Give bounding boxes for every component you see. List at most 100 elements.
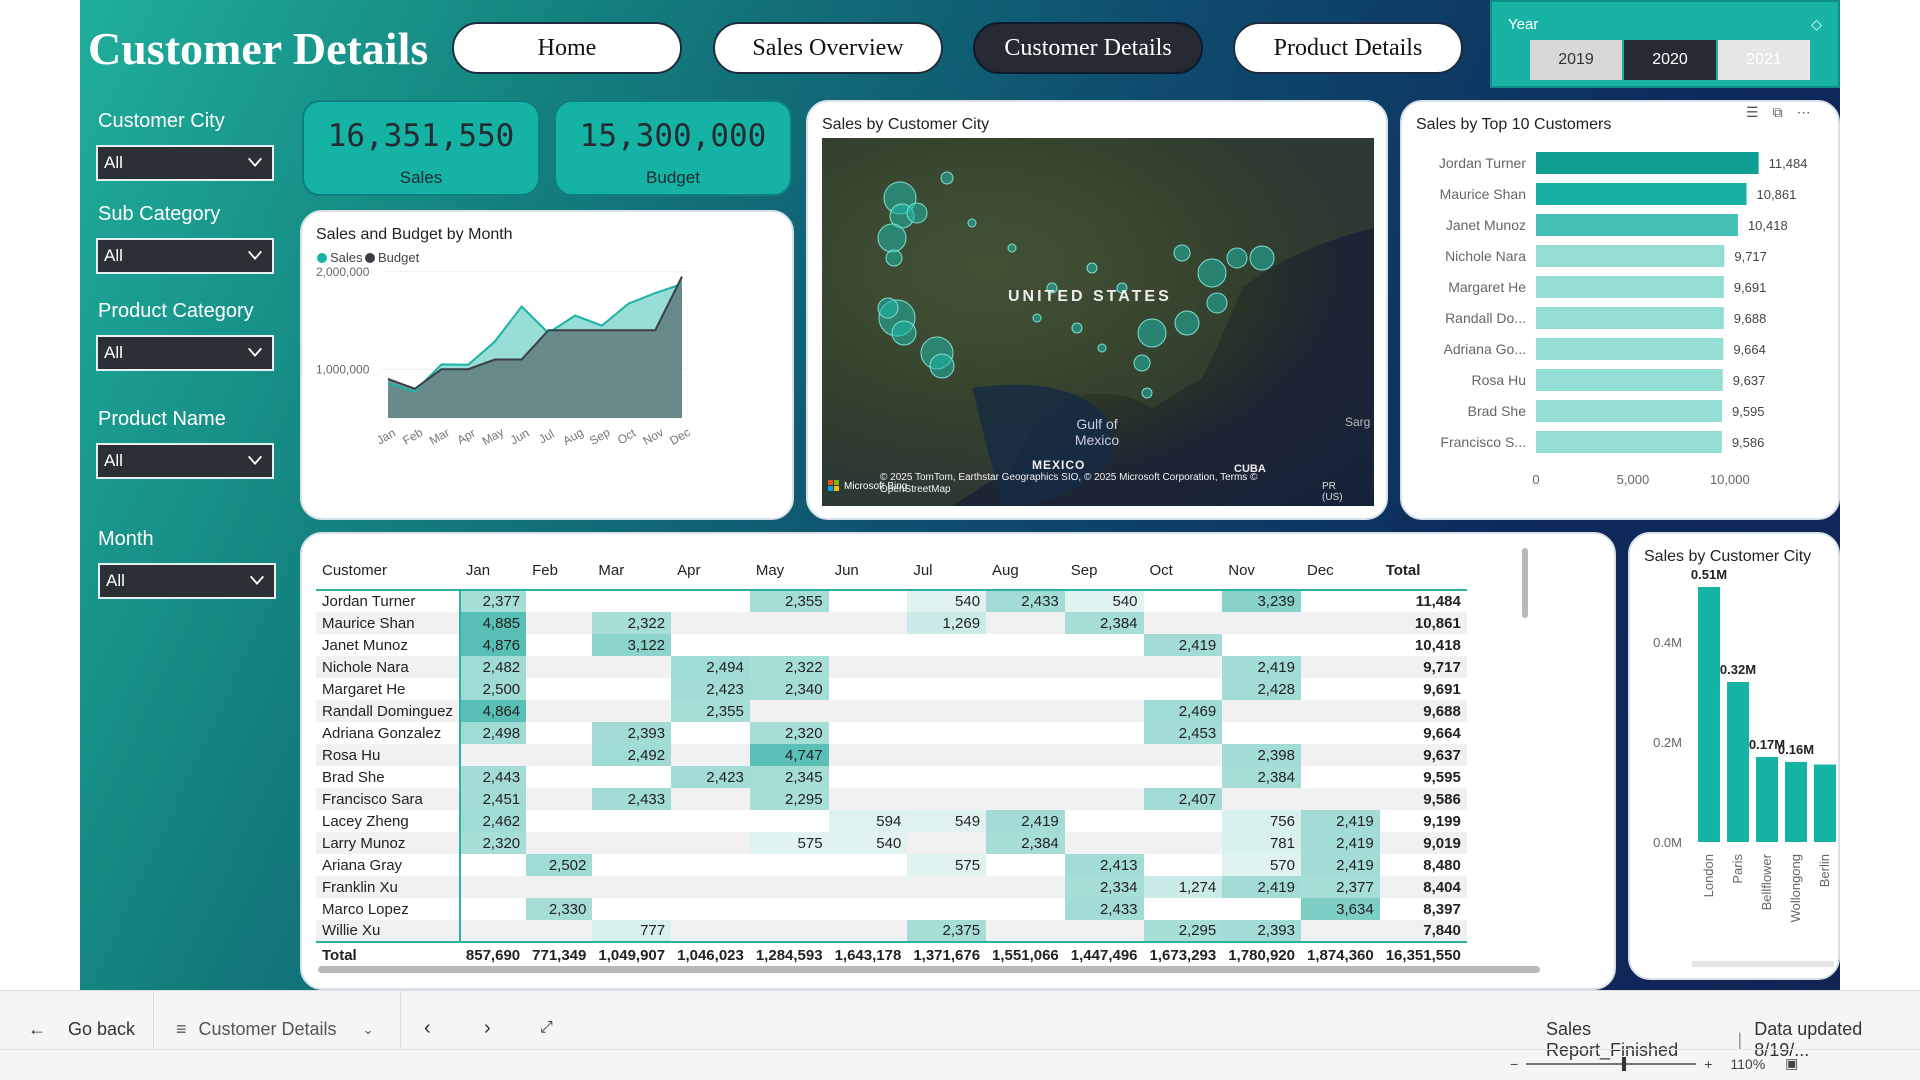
nav-customer-details-button[interactable]: Customer Details xyxy=(973,22,1203,74)
column-header[interactable]: Sep xyxy=(1064,552,1144,591)
matrix-row[interactable]: Larry Munoz 2,320 575 540 2,384 781 2,419 9,019 xyxy=(316,832,1467,854)
column-header[interactable]: Nov xyxy=(1222,552,1301,591)
map-attribution[interactable]: © 2025 TomTom, Earthstar Geographics SIO… xyxy=(880,472,1270,496)
sales-kpi-label: Sales xyxy=(399,168,443,187)
column-header[interactable]: Oct xyxy=(1143,552,1223,591)
column-header[interactable]: Total xyxy=(1379,552,1467,591)
value-cell xyxy=(1064,744,1144,766)
x-tick-label: Mar xyxy=(427,425,452,447)
matrix-row[interactable]: Marco Lopez 2,330 2,433 3,634 8,397 xyxy=(316,898,1467,920)
matrix-row[interactable]: Nichole Nara 2,482 2,494 2,322 2,419 9,717 xyxy=(316,656,1467,678)
bar-value-label: 9,691 xyxy=(1734,280,1767,295)
customer-city-dropdown[interactable]: All xyxy=(96,145,274,181)
value-cell xyxy=(907,788,987,810)
matrix-row[interactable]: Randall Dominguez 4,864 2,355 2,469 9,688 xyxy=(316,700,1467,722)
total-cell: 9,019 xyxy=(1379,832,1467,854)
zoom-in-icon[interactable]: + xyxy=(1704,1056,1712,1072)
value-cell xyxy=(526,766,592,788)
zoom-out-icon[interactable]: − xyxy=(1510,1056,1518,1072)
month-dropdown[interactable]: All xyxy=(98,563,276,599)
y-tick-label: 0.2M xyxy=(1653,735,1682,750)
matrix-row[interactable]: Janet Munoz 4,876 3,122 2,419 10,418 xyxy=(316,634,1467,656)
matrix-row[interactable]: Adriana Gonzalez 2,498 2,393 2,320 2,453 9,66… xyxy=(316,722,1467,744)
value-cell xyxy=(907,744,987,766)
column-header[interactable]: Jan xyxy=(459,552,527,591)
city-map[interactable]: UNITED STATES Gulf of Mexico MEXICO CUBA… xyxy=(822,138,1374,506)
clear-selection-icon[interactable]: ◇ xyxy=(1811,16,1822,33)
year-option-2020[interactable]: 2020 xyxy=(1624,40,1716,80)
column-header[interactable]: Feb xyxy=(526,552,593,591)
value-cell xyxy=(907,766,986,788)
matrix-horizontal-scrollbar[interactable] xyxy=(318,966,1540,973)
value-cell: 2,492 xyxy=(592,744,672,766)
value-cell xyxy=(828,788,908,810)
fit-to-page-icon[interactable]: ▣ xyxy=(1785,1055,1798,1072)
sub-category-dropdown[interactable]: All xyxy=(96,238,274,274)
matrix-row[interactable]: Rosa Hu 2,492 4,747 2,398 9,637 xyxy=(316,744,1467,766)
x-tick-label: 0 xyxy=(1532,472,1539,487)
dropdown-value: All xyxy=(104,451,123,470)
value-cell: 2,423 xyxy=(671,678,750,700)
value-cell xyxy=(1222,634,1301,656)
matrix-row[interactable]: Jordan Turner 2,377 2,355 540 2,433 540 3,239 1… xyxy=(316,590,1467,612)
matrix-vertical-scrollbar[interactable] xyxy=(1522,548,1528,618)
total-cell: 9,586 xyxy=(1379,788,1467,810)
nav-sales-overview-button[interactable]: Sales Overview xyxy=(713,22,943,74)
value-cell: 2,423 xyxy=(671,766,750,788)
nav-home-button[interactable]: Home xyxy=(452,22,682,74)
value-cell: 2,334 xyxy=(1064,876,1144,898)
column-header[interactable]: May xyxy=(749,552,829,591)
product-name-dropdown[interactable]: All xyxy=(96,443,274,479)
legend-marker xyxy=(317,253,327,263)
matrix-row[interactable]: Ariana Gray 2,502 575 2,413 570 2,419 8,480 xyxy=(316,854,1467,876)
year-option-2021[interactable]: 2021 xyxy=(1718,40,1810,80)
column-header[interactable]: Jun xyxy=(828,552,908,591)
value-cell xyxy=(592,832,672,854)
column-header[interactable]: Customer xyxy=(316,552,460,591)
exit-fullscreen-icon[interactable]: ⤢ xyxy=(540,1019,553,1037)
page-selector[interactable]: ≡ Customer Details ⌄ xyxy=(176,1019,373,1040)
matrix-row[interactable]: Willie Xu 777 2,375 2,295 2,393 7,840 xyxy=(316,920,1467,942)
column-header[interactable]: Dec xyxy=(1300,552,1380,591)
column-header[interactable]: Apr xyxy=(671,552,750,591)
map-bubbles xyxy=(822,138,1374,506)
x-tick-label: Nov xyxy=(641,425,666,448)
column-header[interactable]: Mar xyxy=(592,552,672,591)
map-country-label: UNITED STATES xyxy=(1008,288,1172,305)
matrix-row[interactable]: Maurice Shan 4,885 2,322 1,269 2,384 10,861 xyxy=(316,612,1467,634)
matrix-row[interactable]: Franklin Xu 2,334 1,274 2,419 2,377 8,404 xyxy=(316,876,1467,898)
x-tick-label: Wollongong xyxy=(1788,854,1803,922)
next-page-icon[interactable]: › xyxy=(484,1017,491,1040)
x-tick-label: 5,000 xyxy=(1617,472,1650,487)
value-cell xyxy=(526,744,593,766)
value-cell xyxy=(526,832,593,854)
column-header[interactable]: Jul xyxy=(907,552,987,591)
matrix-row[interactable]: Brad She 2,443 2,423 2,345 2,384 9,595 xyxy=(316,766,1467,788)
matrix-header-row: Customer Jan Feb Mar Apr May Jun Jul Aug Sep Oct No… xyxy=(316,552,1467,591)
value-cell xyxy=(526,700,593,722)
product-category-label: Product Category xyxy=(98,300,254,322)
matrix-row[interactable]: Margaret He 2,500 2,423 2,340 2,428 9,691 xyxy=(316,678,1467,700)
legend-label: Budget xyxy=(378,250,420,265)
value-cell xyxy=(592,876,672,898)
nav-product-details-button[interactable]: Product Details xyxy=(1233,22,1463,74)
go-back-button[interactable]: ← Go back xyxy=(28,1019,135,1040)
sales-budget-month-chart: Sales and Budget by Month Sales Budget 1,0… xyxy=(300,210,794,520)
previous-page-icon[interactable]: ‹ xyxy=(424,1017,431,1040)
zoom-slider[interactable] xyxy=(1526,1056,1697,1071)
matrix-row[interactable]: Lacey Zheng 2,462 594 549 2,419 756 2,419 9,199 xyxy=(316,810,1467,832)
column-header[interactable]: Aug xyxy=(986,552,1065,591)
value-cell: 2,433 xyxy=(592,788,672,810)
value-cell: 4,747 xyxy=(749,744,829,766)
dropdown-value: All xyxy=(106,571,125,590)
matrix-row[interactable]: Francisco Sara 2,451 2,433 2,295 2,407 9,586 xyxy=(316,788,1467,810)
product-category-dropdown[interactable]: All xyxy=(96,335,274,371)
budget-kpi-value: 15,300,000 xyxy=(579,118,767,154)
total-cell: 10,861 xyxy=(1379,612,1467,634)
value-cell xyxy=(907,700,987,722)
value-cell xyxy=(671,744,750,766)
year-option-2019[interactable]: 2019 xyxy=(1530,40,1622,80)
value-cell xyxy=(526,722,592,744)
total-cell: 10,418 xyxy=(1414,636,1461,654)
city-bar xyxy=(1785,762,1807,842)
